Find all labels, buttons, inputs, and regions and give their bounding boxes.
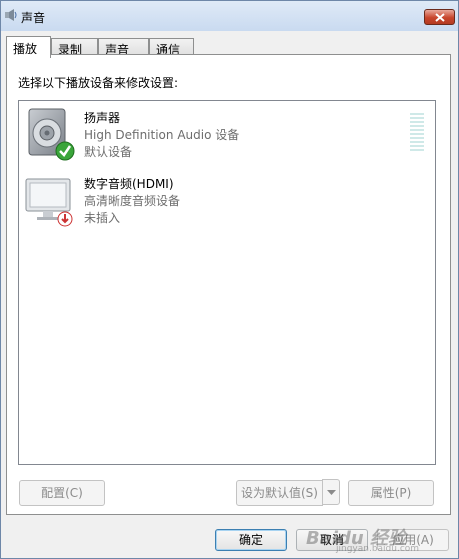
window-title: 声音: [21, 11, 46, 25]
device-description: 高清晰度音频设备: [84, 194, 181, 208]
dialog-body: 播放 录制 声音 通信 选择以下播放设备来修改设置: 扬声器 High Defi…: [1, 31, 458, 558]
sound-dialog: 声音 播放 录制 声音 通信 选择以下播放设备来修改设置: 扬声器 High D…: [0, 0, 459, 559]
chevron-down-icon: [327, 490, 336, 495]
device-item-hdmi[interactable]: 数字音频(HDMI) 高清晰度音频设备 未插入: [21, 173, 421, 233]
device-name: 数字音频(HDMI): [84, 177, 174, 191]
device-item-speakers[interactable]: 扬声器 High Definition Audio 设备 默认设备: [21, 107, 424, 167]
tab-label: 播放: [13, 42, 38, 56]
device-name: 扬声器: [84, 111, 121, 125]
volume-meter: [410, 113, 424, 155]
device-list[interactable]: 扬声器 High Definition Audio 设备 默认设备 数字音频(H…: [18, 100, 436, 465]
default-check-icon: [55, 141, 75, 161]
speaker-icon: [28, 108, 75, 161]
title-bar[interactable]: 声音: [1, 1, 458, 31]
playback-panel: 选择以下播放设备来修改设置: 扬声器 High Definition Audio…: [6, 54, 451, 515]
monitor-icon: [25, 178, 73, 227]
close-button[interactable]: [424, 9, 455, 25]
configure-button[interactable]: 配置(C): [19, 480, 105, 506]
properties-button[interactable]: 属性(P): [348, 480, 434, 506]
sound-app-icon: [5, 9, 17, 21]
tab-playback[interactable]: 播放: [6, 36, 51, 58]
set-default-button[interactable]: 设为默认值(S): [236, 480, 323, 506]
device-status: 未插入: [84, 211, 121, 225]
close-icon: [435, 13, 445, 22]
watermark-url: jingyan.baidu.com: [336, 544, 420, 554]
instruction-text: 选择以下播放设备来修改设置:: [18, 76, 179, 90]
unplugged-icon: [57, 211, 73, 227]
ok-button[interactable]: 确定: [215, 529, 287, 551]
device-description: High Definition Audio 设备: [84, 128, 240, 142]
set-default-dropdown[interactable]: [322, 479, 340, 505]
device-status: 默认设备: [84, 145, 133, 159]
baidu-watermark: Baidu 经验 jingyan.baidu.com: [306, 524, 456, 558]
